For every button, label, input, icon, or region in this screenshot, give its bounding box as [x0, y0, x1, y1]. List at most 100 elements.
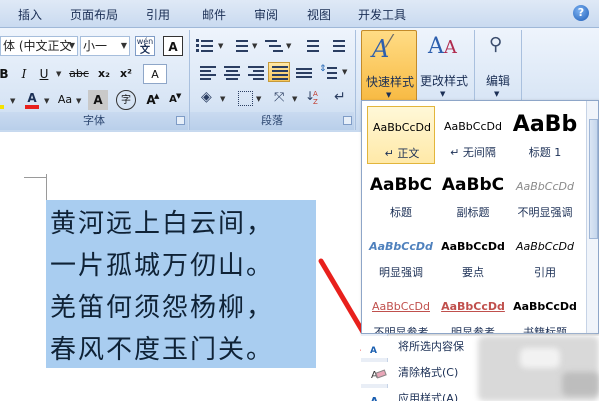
- apply-styles-icon: A: [370, 391, 388, 401]
- tab-mailings[interactable]: 邮件: [202, 6, 226, 23]
- style-name: 标题 1: [528, 146, 562, 159]
- gallery-scrollbar[interactable]: [586, 101, 598, 333]
- borders-button[interactable]: [234, 88, 256, 108]
- show-marks-button[interactable]: ↵: [328, 88, 350, 108]
- style-item-title[interactable]: AaBbC 标题: [367, 166, 435, 224]
- style-name: ↵ 正文: [384, 147, 420, 160]
- align-right-button[interactable]: [244, 62, 266, 82]
- chevron-down-icon[interactable]: ▼: [56, 70, 61, 78]
- style-sample: AaBbC: [369, 175, 433, 195]
- chevron-down-icon[interactable]: ▼: [286, 42, 291, 50]
- quick-styles-button[interactable]: A ⁄ 快速样式 ▼: [361, 30, 417, 110]
- chevron-down-icon[interactable]: ▼: [292, 95, 297, 103]
- sort-button[interactable]: ↓ AZ: [302, 88, 324, 108]
- chevron-down-icon[interactable]: ▼: [220, 95, 225, 103]
- subscript-button[interactable]: x₂: [94, 64, 114, 84]
- style-sample: AaBb: [512, 112, 578, 137]
- scrollbar-thumb[interactable]: [589, 119, 598, 239]
- paragraph-group-caption: 段落: [190, 112, 354, 130]
- distributed-align-button[interactable]: [292, 62, 314, 82]
- editing-button[interactable]: ⚲ 编辑 ▼: [478, 30, 518, 110]
- chevron-down-icon[interactable]: ▼: [44, 97, 49, 105]
- shading-button[interactable]: ◈: [198, 88, 220, 108]
- poem-line[interactable]: 羌笛何须怨杨柳，: [50, 287, 274, 324]
- chevron-down-icon[interactable]: ▼: [342, 68, 347, 76]
- style-item-quote[interactable]: AaBbCcDd 引用: [511, 226, 579, 284]
- tab-review[interactable]: 审阅: [254, 6, 278, 23]
- chinese-layout-button[interactable]: ⤧: [270, 88, 292, 108]
- chevron-down-icon[interactable]: ▼: [218, 42, 223, 50]
- font-color-button[interactable]: A: [22, 88, 42, 109]
- menu-item-label: 清除格式(C): [398, 366, 459, 379]
- shrink-font-button[interactable]: A ▼: [163, 90, 183, 110]
- bullets-button[interactable]: [194, 36, 216, 56]
- superscript-button[interactable]: x²: [116, 64, 136, 84]
- italic-button[interactable]: I: [14, 64, 34, 84]
- poem-line[interactable]: 春风不度玉门关。: [50, 329, 274, 366]
- style-item-intense-emphasis[interactable]: AaBbCcDd 明显强调: [367, 226, 435, 284]
- style-item-strong[interactable]: AaBbCcDd 要点: [439, 226, 507, 284]
- style-item-no-spacing[interactable]: AaBbCcDd ↵ 无间隔: [439, 106, 507, 164]
- chevron-down-icon[interactable]: ▼: [10, 97, 15, 105]
- chevron-down-icon[interactable]: ▼: [76, 97, 81, 105]
- numbering-button[interactable]: [228, 36, 250, 56]
- font-name-value: 体 (中文正文: [3, 39, 72, 53]
- style-name: ↵ 无间隔: [450, 146, 496, 159]
- grow-font-button[interactable]: A ▲: [141, 90, 161, 110]
- decrease-indent-button[interactable]: [298, 36, 320, 56]
- character-shading-icon: A: [93, 93, 103, 107]
- underline-button[interactable]: U: [34, 64, 54, 84]
- style-item-intense-reference[interactable]: AaBbCcDd 明显参考: [439, 286, 507, 334]
- line-spacing-button[interactable]: ⇕: [318, 62, 340, 82]
- character-shading-button[interactable]: A: [88, 90, 108, 110]
- tab-view[interactable]: 视图: [307, 6, 331, 23]
- style-name: 不明显强调: [517, 206, 573, 219]
- style-sample: AaBbCcDd: [373, 121, 431, 134]
- style-sample: AaBbCcDd: [369, 240, 433, 253]
- chevron-down-icon[interactable]: ▼: [252, 42, 257, 50]
- style-name: 书籍标题: [523, 326, 567, 334]
- enclose-characters-button[interactable]: 字: [116, 90, 136, 110]
- font-size-combo[interactable]: 小一 ▼: [80, 36, 130, 56]
- strikethrough-button[interactable]: abc: [66, 64, 92, 84]
- character-border-button[interactable]: A: [163, 36, 183, 56]
- tab-insert[interactable]: 插入: [18, 6, 42, 23]
- change-case-button[interactable]: Aa: [54, 90, 76, 110]
- help-icon[interactable]: ?: [573, 5, 589, 21]
- style-name: 引用: [534, 266, 556, 279]
- highlight-button[interactable]: [0, 90, 6, 110]
- tab-page-layout[interactable]: 页面布局: [70, 6, 118, 23]
- phonetic-guide-button[interactable]: wén 文: [135, 36, 155, 56]
- justify-button[interactable]: [268, 62, 290, 82]
- increase-indent-button[interactable]: [324, 36, 346, 56]
- change-styles-button[interactable]: AA 更改样式 ▼: [416, 30, 472, 110]
- clear-formatting-button[interactable]: A: [143, 64, 167, 84]
- style-item-subtle-reference[interactable]: AaBbCcDd 不明显参考: [367, 286, 435, 333]
- style-sample: AaBbCcDd: [441, 240, 505, 253]
- style-name: 明显参考: [451, 326, 495, 334]
- align-center-button[interactable]: [220, 62, 242, 82]
- poem-line[interactable]: 黄河远上白云间，: [50, 203, 274, 240]
- font-size-value: 小一: [83, 39, 108, 53]
- bold-button[interactable]: B: [0, 64, 14, 84]
- font-name-combo[interactable]: 体 (中文正文 ▼: [0, 36, 78, 56]
- font-dialog-launcher-icon[interactable]: [176, 116, 185, 125]
- tab-references[interactable]: 引用: [146, 6, 170, 23]
- style-item-subtitle[interactable]: AaBbC 副标题: [439, 166, 507, 224]
- obscured-region: [520, 348, 560, 368]
- poem-line[interactable]: 一片孤城万仞山。: [50, 245, 274, 282]
- character-border-icon: A: [168, 40, 178, 54]
- multilevel-list-button[interactable]: [262, 36, 284, 56]
- style-item-normal[interactable]: AaBbCcDd ↵ 正文: [367, 106, 435, 164]
- style-sample: AaBbC: [441, 175, 505, 195]
- word-window: 插入 页面布局 引用 邮件 审阅 视图 开发工具 ? 体 (中文正文 ▼ 小一 …: [0, 0, 599, 401]
- tab-developer[interactable]: 开发工具: [358, 6, 406, 23]
- chevron-down-icon[interactable]: ▼: [256, 95, 261, 103]
- group-divider: [355, 30, 356, 130]
- style-item-heading-1[interactable]: AaBb 标题 1: [511, 106, 579, 164]
- align-left-button[interactable]: [196, 62, 218, 82]
- style-item-subtle-emphasis[interactable]: AaBbCcDd 不明显强调: [511, 166, 579, 224]
- binoculars-icon: ⚲: [489, 34, 503, 55]
- style-item-book-title[interactable]: AaBbCcDd 书籍标题: [511, 286, 579, 334]
- paragraph-dialog-launcher-icon[interactable]: [343, 116, 352, 125]
